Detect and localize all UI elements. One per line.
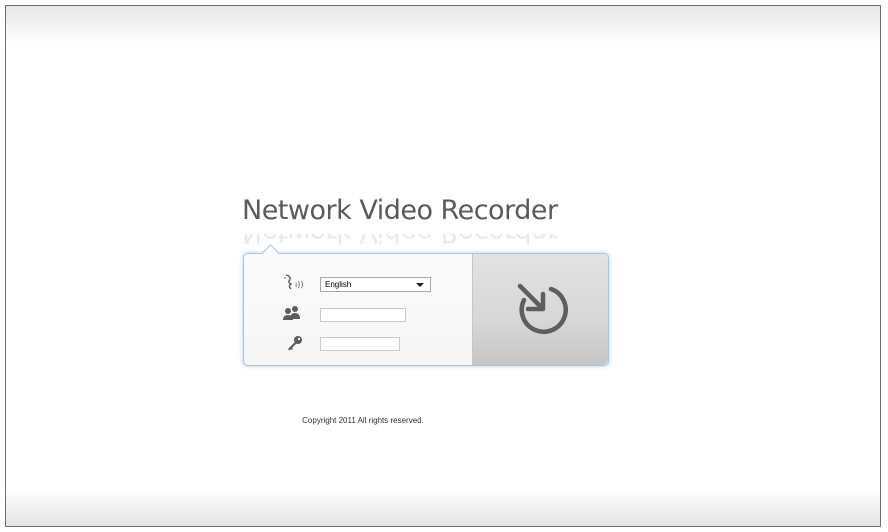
login-fields: ı)) English [244,254,472,365]
chevron-down-icon [416,283,424,287]
language-icon: ı)) [284,274,303,290]
svg-text:ı)): ı)) [295,280,303,289]
users-icon [283,306,300,320]
login-button[interactable] [472,254,608,365]
login-panel: ı)) English [243,244,609,366]
username-input[interactable] [320,308,406,322]
password-input[interactable] [320,337,400,351]
copyright-text: Copyright 2011 All rights reserved. [302,416,424,425]
top-band [6,6,880,44]
bottom-band [6,490,880,526]
language-select[interactable]: English [320,277,431,292]
login-arrow-icon [517,283,568,334]
key-icon [288,336,302,351]
language-select-value: English [325,280,352,289]
title-block: Network Video Recorder Network Video Rec… [242,195,622,245]
page-frame: Network Video Recorder Network Video Rec… [5,5,881,527]
page-title: Network Video Recorder [242,195,558,226]
